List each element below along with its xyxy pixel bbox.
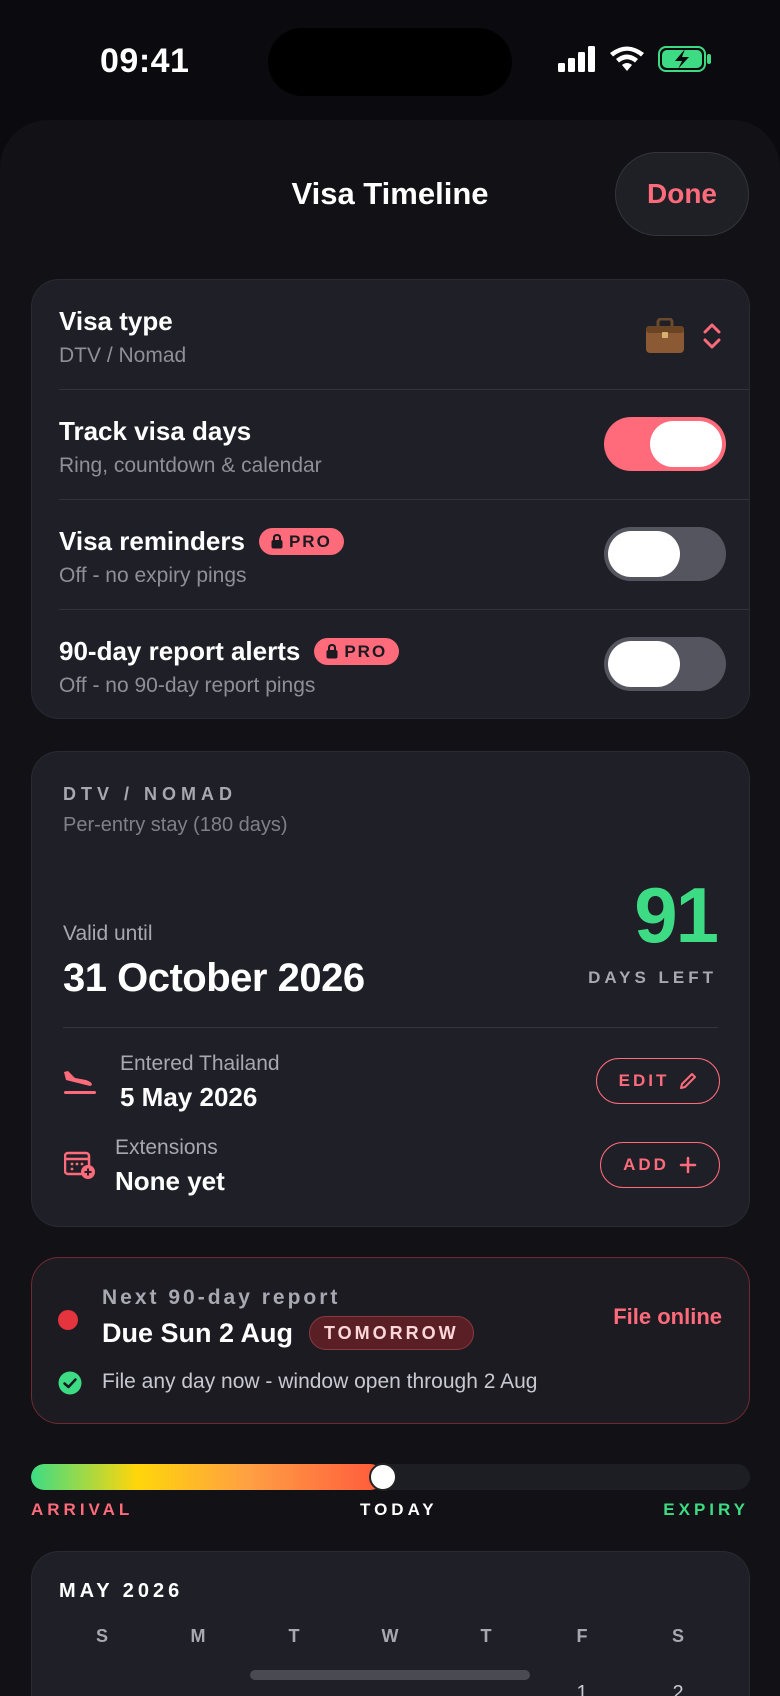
visa-caption: DTV / NOMAD [63, 784, 237, 804]
visa-type-title: Visa type [59, 306, 173, 336]
days-left-label: DAYS LEFT [588, 968, 717, 987]
check-circle-icon [58, 1371, 82, 1395]
report-alerts-title: 90-day report alerts [59, 636, 301, 666]
entered-date: 5 May 2026 [120, 1082, 258, 1112]
edit-entry-button[interactable]: EDIT [596, 1058, 720, 1104]
done-button[interactable]: Done [615, 152, 749, 236]
weekday-label: S [95, 1626, 108, 1646]
status-bar: 09:41 [0, 0, 780, 120]
extensions-label: Extensions [115, 1136, 218, 1159]
lock-icon [271, 534, 283, 549]
file-online-link[interactable]: File online [613, 1304, 722, 1330]
entered-label: Entered Thailand [120, 1052, 280, 1075]
weekday-label: T [480, 1626, 492, 1646]
track-days-toggle[interactable] [604, 417, 726, 471]
weekday-label: S [671, 1626, 684, 1646]
track-days-row: Track visa days Ring, countdown & calend… [32, 390, 749, 500]
pro-badge: PRO [258, 528, 344, 555]
visa-progress-fill [31, 1464, 384, 1490]
calendar-day[interactable]: 1 [562, 1682, 602, 1696]
report-card: Next 90-day report Due Sun 2 Aug TOMORRO… [31, 1257, 750, 1424]
reminders-toggle[interactable] [604, 527, 726, 581]
weekday-label: M [190, 1626, 206, 1646]
status-time: 09:41 [100, 42, 190, 80]
weekday-label: F [576, 1626, 588, 1646]
visa-settings-card: Visa type DTV / Nomad Track visa days Ri… [31, 279, 750, 719]
weekday-label: W [381, 1626, 399, 1646]
cellular-signal-icon [558, 46, 595, 72]
briefcase-icon [646, 318, 684, 353]
reminders-row: Visa reminders PRO Off - no expiry pings [32, 500, 749, 610]
home-indicator[interactable] [250, 1670, 530, 1680]
report-alerts-toggle[interactable] [604, 637, 726, 691]
alert-dot [58, 1310, 78, 1330]
visa-type-row[interactable]: Visa type DTV / Nomad [32, 280, 749, 390]
chevron-up-down-icon[interactable] [703, 323, 721, 349]
pencil-icon [680, 1073, 697, 1089]
visa-type-value: DTV / Nomad [59, 344, 187, 367]
extensions-value: None yet [115, 1166, 225, 1196]
plane-landing-icon [64, 1071, 96, 1094]
report-caption: Next 90-day report [102, 1286, 341, 1309]
calendar-day[interactable]: 2 [658, 1682, 698, 1696]
stay-length: Per-entry stay (180 days) [63, 814, 288, 836]
days-left-number: 91 [634, 871, 719, 959]
arrival-label: ARRIVAL [31, 1500, 134, 1519]
battery-charging-icon [658, 46, 711, 72]
lock-icon [326, 644, 338, 659]
report-due-date: Due Sun 2 Aug [102, 1317, 294, 1348]
today-label: TODAY [360, 1500, 438, 1519]
report-alerts-row: 90-day report alerts PRO Off - no 90-day… [32, 610, 749, 720]
report-note: File any day now - window open through 2… [102, 1370, 538, 1393]
reminders-title: Visa reminders [59, 526, 245, 556]
dynamic-island [268, 28, 512, 96]
plus-icon [679, 1156, 697, 1174]
report-alerts-subtitle: Off - no 90-day report pings [59, 674, 316, 697]
expiry-label: EXPIRY [663, 1500, 749, 1519]
reminders-subtitle: Off - no expiry pings [59, 564, 247, 587]
tomorrow-badge: TOMORROW [309, 1316, 474, 1350]
visa-detail-card: DTV / NOMAD Per-entry stay (180 days) Va… [31, 751, 750, 1227]
add-extension-button[interactable]: ADD [600, 1142, 720, 1188]
status-icons [558, 46, 712, 72]
calendar-add-icon [64, 1151, 95, 1179]
valid-until-label: Valid until [63, 922, 153, 945]
wifi-icon [610, 46, 644, 71]
weekday-label: T [288, 1626, 300, 1646]
track-days-subtitle: Ring, countdown & calendar [59, 454, 322, 477]
pro-badge: PRO [314, 638, 400, 665]
divider [63, 1027, 718, 1028]
valid-until-date: 31 October 2026 [63, 956, 365, 1000]
track-days-title: Track visa days [59, 416, 252, 446]
calendar-month: MAY 2026 [59, 1580, 184, 1602]
